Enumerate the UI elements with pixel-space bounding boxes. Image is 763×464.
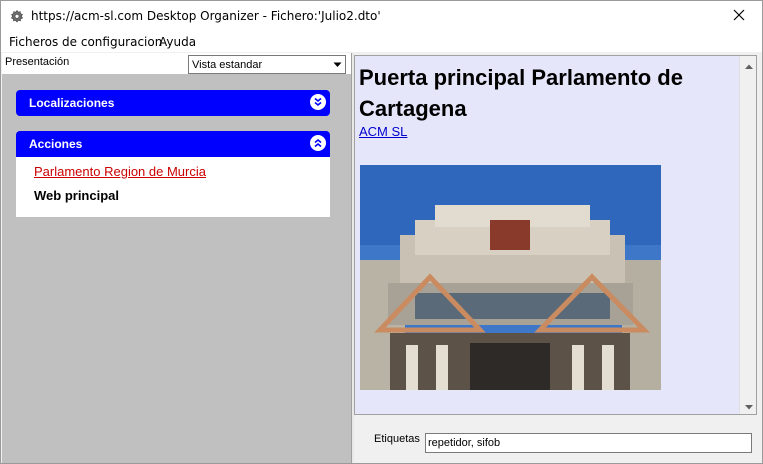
view-select[interactable]: Vista estandar (188, 55, 346, 74)
panel-body-acciones: Parlamento Region de Murcia Web principa… (16, 157, 330, 217)
app-window: https://acm-sl.com Desktop Organizer - F… (0, 0, 763, 464)
html-viewer: Puerta principal Parlamento de Cartagena… (354, 55, 757, 415)
collapse-chevrons-icon[interactable] (310, 135, 326, 151)
page-heading: Puerta principal Parlamento de Cartagena (359, 65, 683, 121)
scroll-up-button[interactable] (740, 56, 756, 74)
panel-header-acciones[interactable]: Acciones (16, 131, 330, 157)
acm-link[interactable]: ACM SL (359, 124, 407, 139)
title-bar[interactable]: https://acm-sl.com Desktop Organizer - F… (1, 1, 762, 32)
action-link-parlamento[interactable]: Parlamento Region de Murcia (34, 164, 206, 179)
expand-chevrons-icon[interactable] (310, 94, 326, 110)
app-gear-icon (9, 9, 25, 25)
menu-ayuda[interactable]: Ayuda (159, 35, 196, 49)
panel-title-acciones: Acciones (29, 137, 83, 151)
vertical-scrollbar[interactable] (739, 56, 756, 414)
scroll-down-button[interactable] (740, 397, 756, 415)
arrow-up-icon (744, 56, 753, 74)
presentation-label: Presentación (5, 56, 70, 68)
content-pane: Puerta principal Parlamento de Cartagena… (354, 53, 762, 463)
close-icon (733, 8, 745, 26)
menu-bar: Ficheros de configuracion Ayuda (1, 32, 762, 52)
navigation-pane: Presentación Vista estandar Localizacion… (2, 53, 351, 463)
action-web-principal[interactable]: Web principal (34, 188, 119, 203)
close-button[interactable] (716, 1, 762, 32)
menu-ficheros[interactable]: Ficheros de configuracion (9, 35, 162, 49)
panel-header-localizaciones[interactable]: Localizaciones (16, 90, 330, 116)
chevron-down-icon[interactable] (329, 56, 345, 73)
tags-input[interactable] (425, 433, 752, 453)
panel-title-localizaciones: Localizaciones (29, 96, 115, 110)
parliament-photo (360, 165, 661, 390)
tags-label: Etiquetas (374, 433, 420, 445)
window-title: https://acm-sl.com Desktop Organizer - F… (31, 9, 381, 23)
view-select-value: Vista estandar (192, 59, 263, 71)
arrow-down-icon (744, 397, 753, 415)
presentation-row: Presentación Vista estandar (2, 53, 351, 74)
